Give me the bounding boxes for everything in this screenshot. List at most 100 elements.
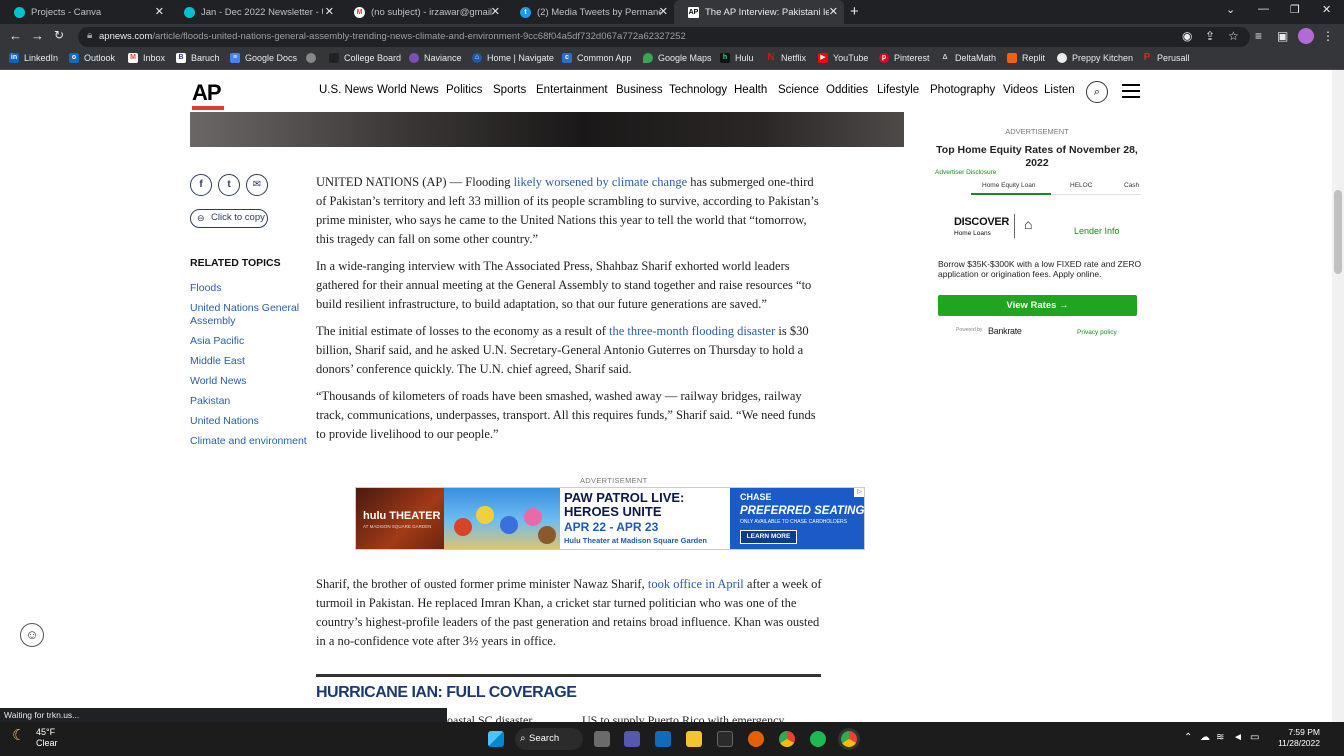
bookmark-preppy-kitchen[interactable]: Preppy Kitchen: [1057, 53, 1133, 63]
back-icon[interactable]: ←: [9, 28, 22, 43]
side-panel-icon[interactable]: ▣: [1277, 29, 1288, 43]
facebook-share-icon[interactable]: f: [190, 174, 212, 196]
nav-oddities[interactable]: Oddities: [826, 84, 868, 96]
nav-lifestyle[interactable]: Lifestyle: [877, 84, 919, 96]
minimize-button[interactable]: —: [1258, 3, 1269, 15]
nav-entertainment[interactable]: Entertainment: [536, 84, 608, 96]
teams-chat-icon[interactable]: [624, 731, 640, 747]
bookmark-perusall[interactable]: P Perusall: [1142, 53, 1190, 64]
coverage-heading[interactable]: HURRICANE IAN: FULL COVERAGE: [316, 684, 577, 702]
ap-logo[interactable]: AP: [192, 80, 222, 106]
accessibility-icon[interactable]: ☺: [20, 623, 44, 647]
tab-heloc[interactable]: HELOC: [1070, 182, 1092, 189]
hamburger-menu-icon[interactable]: [1122, 84, 1140, 102]
bookmark-google-maps[interactable]: Google Maps: [643, 53, 712, 63]
tab-gmail[interactable]: M (no subject) - irzawar@gmail.com ✕: [340, 0, 506, 24]
share-icon[interactable]: ⇪: [1205, 29, 1215, 43]
menu-kebab-icon[interactable]: ⋮: [1322, 29, 1334, 43]
bookmark-navigate[interactable]: ⌂ Home | Navigate: [472, 53, 554, 63]
bookmark-baruch[interactable]: B Baruch: [176, 53, 220, 63]
twitter-share-icon[interactable]: t: [218, 174, 240, 196]
copy-link-button[interactable]: ⊖ Click to copy: [190, 209, 268, 228]
nav-sports[interactable]: Sports: [493, 84, 526, 96]
nav-health[interactable]: Health: [734, 84, 767, 96]
close-icon[interactable]: ✕: [155, 5, 164, 18]
taskbar-search[interactable]: ⌕ Search: [515, 728, 583, 750]
chrome-icon[interactable]: [779, 731, 795, 747]
windows-start-icon[interactable]: [488, 731, 504, 747]
bookmark-outlook[interactable]: o Outlook: [69, 53, 115, 63]
bookmark-common-app[interactable]: c Common App: [562, 53, 632, 63]
article-link[interactable]: likely worsened by climate change: [514, 175, 688, 189]
nav-science[interactable]: Science: [778, 84, 819, 96]
coverage-link[interactable]: US to supply Puerto Rico with emergency: [582, 713, 784, 722]
tab-home-equity-loan[interactable]: Home Equity Loan: [982, 182, 1035, 189]
scrollbar[interactable]: [1332, 70, 1344, 722]
nav-videos[interactable]: Videos: [1003, 84, 1038, 96]
nav-listen[interactable]: Listen: [1044, 84, 1075, 96]
learn-more-button[interactable]: LEARN MORE: [740, 530, 797, 544]
bookmark-globe[interactable]: [306, 53, 321, 63]
volume-icon[interactable]: ◄: [1233, 732, 1243, 743]
chrome-active-icon[interactable]: [841, 731, 857, 747]
google-lens-icon[interactable]: ◉: [1182, 29, 1192, 43]
bookmark-star-icon[interactable]: ☆: [1228, 29, 1239, 43]
bookmark-linkedin[interactable]: in LinkedIn: [9, 53, 58, 63]
topic-link[interactable]: United Nations: [190, 415, 308, 428]
close-icon[interactable]: ✕: [829, 5, 838, 18]
store-icon[interactable]: [717, 731, 733, 747]
topic-link[interactable]: United Nations General Assembly: [190, 302, 308, 328]
bookmark-college-board[interactable]: College Board: [329, 53, 401, 63]
onedrive-icon[interactable]: ☁: [1200, 732, 1210, 743]
nav-technology[interactable]: Technology: [669, 84, 727, 96]
email-share-icon[interactable]: ✉: [246, 174, 268, 196]
topic-link[interactable]: Asia Pacific: [190, 335, 308, 348]
clock[interactable]: 7:59 PM 11/28/2022: [1268, 727, 1320, 749]
nav-us-news[interactable]: U.S. News: [319, 84, 373, 96]
coverage-link[interactable]: oastal SC disaster: [447, 713, 532, 722]
tab-ap-interview[interactable]: AP The AP Interview: Pakistani leade ✕: [674, 0, 844, 24]
bookmark-google-docs[interactable]: ≡ Google Docs: [230, 53, 297, 63]
topic-link[interactable]: Pakistan: [190, 395, 308, 408]
nav-world-news[interactable]: World News: [377, 84, 439, 96]
tab-search-icon[interactable]: ⌄: [1226, 3, 1235, 16]
maximize-button[interactable]: ❐: [1290, 3, 1300, 16]
article-link[interactable]: the three-month flooding disaster: [609, 324, 775, 338]
tab-newsletter[interactable]: Jan - Dec 2022 Newsletter - US I ✕: [170, 0, 340, 24]
tab-projects-canva[interactable]: Projects - Canva ✕: [0, 0, 170, 24]
nav-photography[interactable]: Photography: [930, 84, 995, 96]
wifi-icon[interactable]: ≋: [1216, 732, 1224, 743]
topic-link[interactable]: Climate and environment: [190, 435, 320, 448]
topic-link[interactable]: Middle East: [190, 355, 308, 368]
topic-link[interactable]: Floods: [190, 282, 308, 295]
bookmark-pinterest[interactable]: p Pinterest: [879, 53, 930, 63]
reading-list-icon[interactable]: ≡: [1255, 29, 1262, 43]
bookmark-youtube[interactable]: ▶ YouTube: [818, 53, 868, 63]
search-icon[interactable]: ⌕: [1086, 81, 1108, 103]
task-view-icon[interactable]: [594, 731, 610, 747]
nav-business[interactable]: Business: [616, 84, 663, 96]
reload-icon[interactable]: ↻: [54, 28, 64, 42]
close-window-button[interactable]: ✕: [1322, 3, 1331, 16]
view-rates-button[interactable]: View Rates →: [938, 295, 1137, 316]
bookmark-deltamath[interactable]: Δ DeltaMath: [940, 53, 996, 63]
bookmark-inbox[interactable]: M Inbox: [128, 53, 165, 63]
bookmark-netflix[interactable]: N Netflix: [766, 53, 806, 64]
close-icon[interactable]: ✕: [325, 5, 334, 18]
close-icon[interactable]: ✕: [659, 5, 668, 18]
mail-icon[interactable]: [655, 731, 671, 747]
adchoices-icon[interactable]: ▷: [854, 488, 864, 497]
topic-link[interactable]: World News: [190, 375, 308, 388]
battery-icon[interactable]: ▭: [1250, 732, 1259, 743]
new-tab-button[interactable]: +: [850, 3, 859, 20]
tab-twitter[interactable]: t (2) Media Tweets by Permanent I ✕: [506, 0, 674, 24]
lender-info-link[interactable]: Lender Info: [1074, 226, 1120, 236]
firefox-icon[interactable]: [748, 731, 764, 747]
close-icon[interactable]: ✕: [491, 5, 500, 18]
scrollbar-thumb[interactable]: [1334, 190, 1342, 274]
tray-chevron-icon[interactable]: ⌃: [1184, 732, 1192, 743]
privacy-policy-link[interactable]: Privacy policy: [1077, 329, 1117, 336]
forward-icon[interactable]: →: [31, 28, 44, 43]
nav-politics[interactable]: Politics: [446, 84, 482, 96]
bookmark-naviance[interactable]: Naviance: [409, 53, 462, 63]
